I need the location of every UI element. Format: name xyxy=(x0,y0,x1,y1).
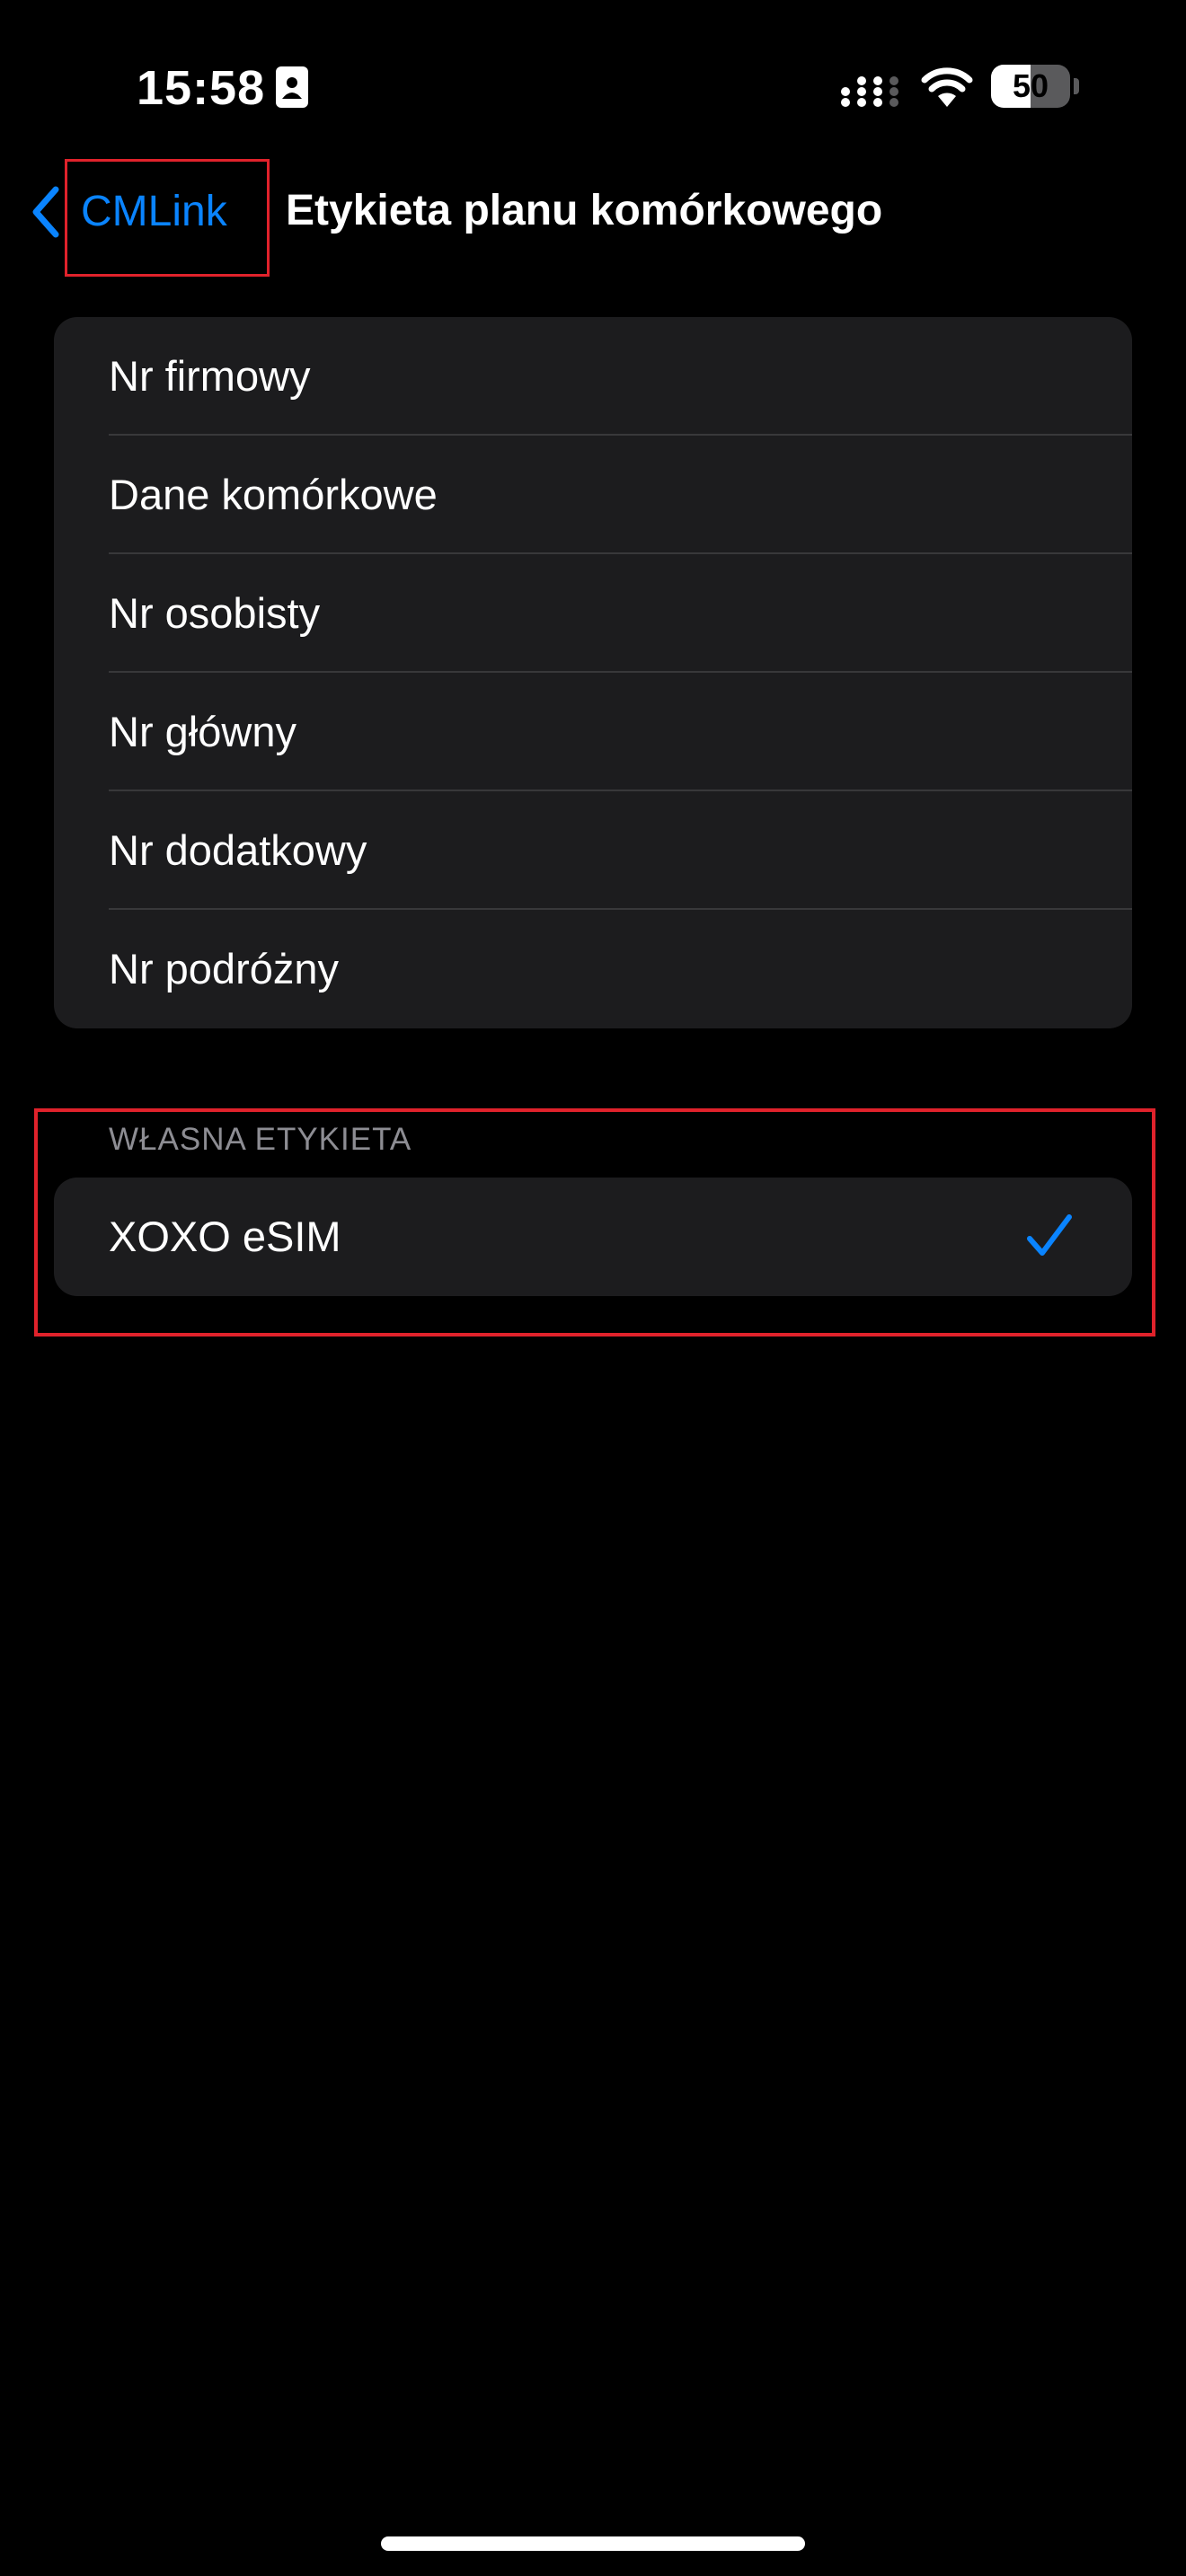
custom-label-row[interactable]: XOXO eSIM xyxy=(54,1178,1132,1296)
option-label: Nr dodatkowy xyxy=(109,826,367,874)
home-indicator[interactable] xyxy=(381,2536,805,2551)
screen: 15:58 50 CMLink Etykieta planu komórkowe… xyxy=(0,0,1186,2576)
custom-label-section-header: WŁASNA ETYKIETA xyxy=(109,1122,412,1157)
option-row-nr-podrozny[interactable]: Nr podróżny xyxy=(54,910,1132,1028)
battery-body: 50 xyxy=(991,65,1070,108)
battery-icon: 50 xyxy=(991,65,1081,110)
chevron-left-icon xyxy=(32,186,59,238)
custom-label-list: XOXO eSIM xyxy=(54,1178,1132,1296)
option-label: Nr główny xyxy=(109,708,296,755)
option-label: Nr osobisty xyxy=(109,589,321,637)
option-row-dane-komorkowe[interactable]: Dane komórkowe xyxy=(54,436,1132,554)
label-options-list: Nr firmowy Dane komórkowe Nr osobisty Nr… xyxy=(54,317,1132,1028)
option-row-nr-dodatkowy[interactable]: Nr dodatkowy xyxy=(54,791,1132,910)
option-row-nr-glowny[interactable]: Nr główny xyxy=(54,673,1132,791)
option-row-nr-firmowy[interactable]: Nr firmowy xyxy=(54,317,1132,436)
option-label: Dane komórkowe xyxy=(109,471,438,518)
option-label: Nr firmowy xyxy=(109,352,311,400)
back-button-label: CMLink xyxy=(81,188,227,235)
battery-level: 50 xyxy=(1012,67,1049,104)
cellular-signal-icon xyxy=(841,76,898,107)
option-row-nr-osobisty[interactable]: Nr osobisty xyxy=(54,554,1132,673)
status-time: 15:58 xyxy=(137,61,266,115)
battery-cap xyxy=(1074,78,1079,94)
person-card-icon xyxy=(276,66,308,108)
back-button[interactable]: CMLink xyxy=(31,176,227,248)
page-title: Etykieta planu komórkowego xyxy=(286,187,883,234)
option-label: Nr podróżny xyxy=(109,945,339,992)
checkmark-icon xyxy=(1027,1214,1072,1256)
custom-label-value: XOXO eSIM xyxy=(109,1213,341,1260)
wifi-icon xyxy=(921,67,973,107)
